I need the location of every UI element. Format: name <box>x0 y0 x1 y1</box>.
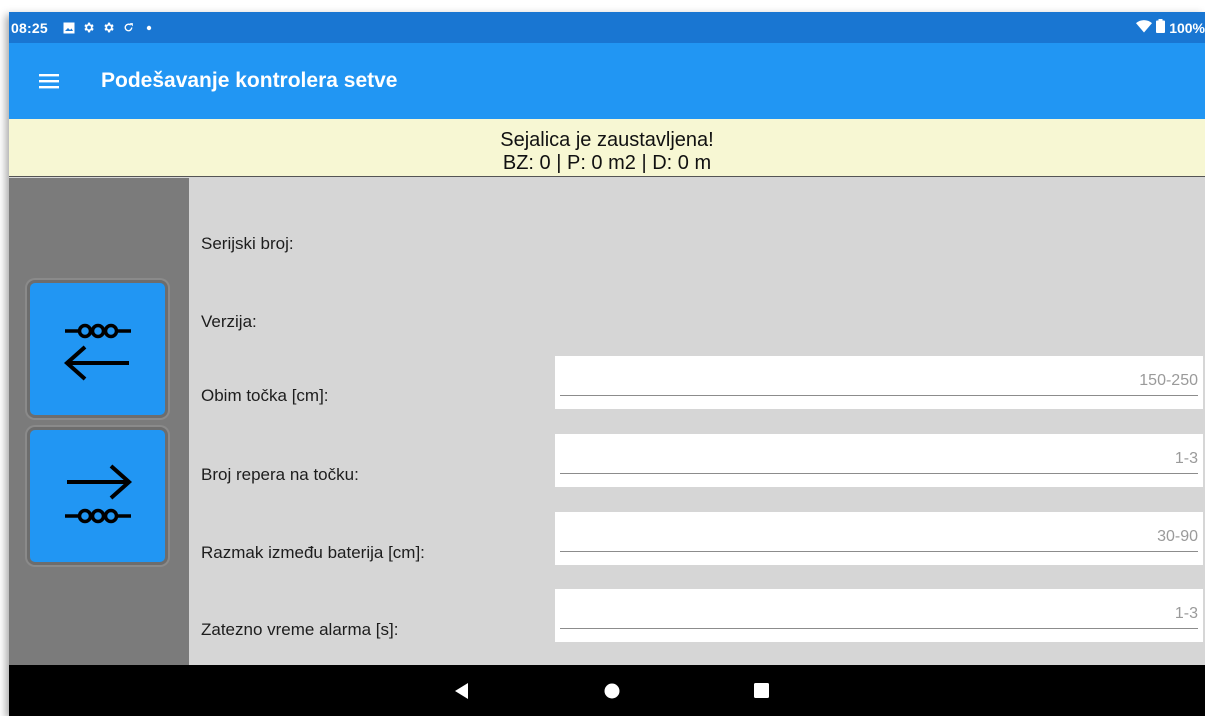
alarm-delay-field <box>555 589 1203 642</box>
battery-spacing-input[interactable] <box>560 522 1198 552</box>
app-bar: Podešavanje kontrolera setve <box>9 43 1205 119</box>
battery-spacing-field <box>555 512 1203 565</box>
battery-icon <box>1156 19 1166 36</box>
settings-icon <box>82 21 96 35</box>
alarm-delay-label: Zatezno vreme alarma [s]: <box>201 620 399 639</box>
back-button[interactable] <box>27 280 168 418</box>
device-screen: 08:25 100% Podešavanje kontrolera setve … <box>9 12 1205 716</box>
page-title: Podešavanje kontrolera setve <box>101 69 398 92</box>
serial-number-label: Serijski broj: <box>201 234 294 253</box>
dot-icon <box>142 21 156 35</box>
forward-button[interactable] <box>27 427 168 565</box>
wheel-circumference-input[interactable] <box>560 366 1198 396</box>
markers-per-wheel-label: Broj repera na točku: <box>201 465 359 484</box>
markers-per-wheel-field <box>555 434 1203 487</box>
status-bar-right: 100% <box>1136 19 1205 36</box>
battery-percent: 100% <box>1169 19 1205 36</box>
forward-arrow-icon <box>64 464 132 524</box>
wheel-circumference-label: Obim točka [cm]: <box>201 386 329 405</box>
alarm-delay-input[interactable] <box>560 599 1198 629</box>
battery-spacing-label: Razmak između baterija [cm]: <box>201 543 425 562</box>
side-panel <box>9 178 189 665</box>
settings-icon <box>102 21 116 35</box>
markers-per-wheel-input[interactable] <box>560 444 1198 474</box>
status-time: 08:25 <box>11 19 48 36</box>
back-arrow-icon <box>63 323 131 381</box>
wifi-icon <box>1136 19 1153 36</box>
home-circle-icon[interactable] <box>587 665 637 716</box>
status-banner: Sejalica je zaustavljena! BZ: 0 | P: 0 m… <box>9 119 1205 177</box>
back-triangle-icon[interactable] <box>437 665 487 716</box>
sync-icon <box>122 21 136 35</box>
system-nav-bar <box>9 665 1205 716</box>
image-icon <box>62 21 76 35</box>
status-bar: 08:25 100% <box>9 12 1205 43</box>
wheel-circumference-field <box>555 356 1203 409</box>
banner-stats: BZ: 0 | P: 0 m2 | D: 0 m <box>502 152 712 174</box>
menu-icon[interactable] <box>35 67 63 95</box>
version-label: Verzija: <box>201 312 257 331</box>
notification-icons <box>62 21 156 35</box>
banner-message: Sejalica je zaustavljena! <box>500 129 714 151</box>
status-bar-left: 08:25 <box>9 20 156 36</box>
settings-form: Serijski broj: Verzija: Obim točka [cm]:… <box>189 178 1205 665</box>
recents-square-icon[interactable] <box>736 665 786 716</box>
